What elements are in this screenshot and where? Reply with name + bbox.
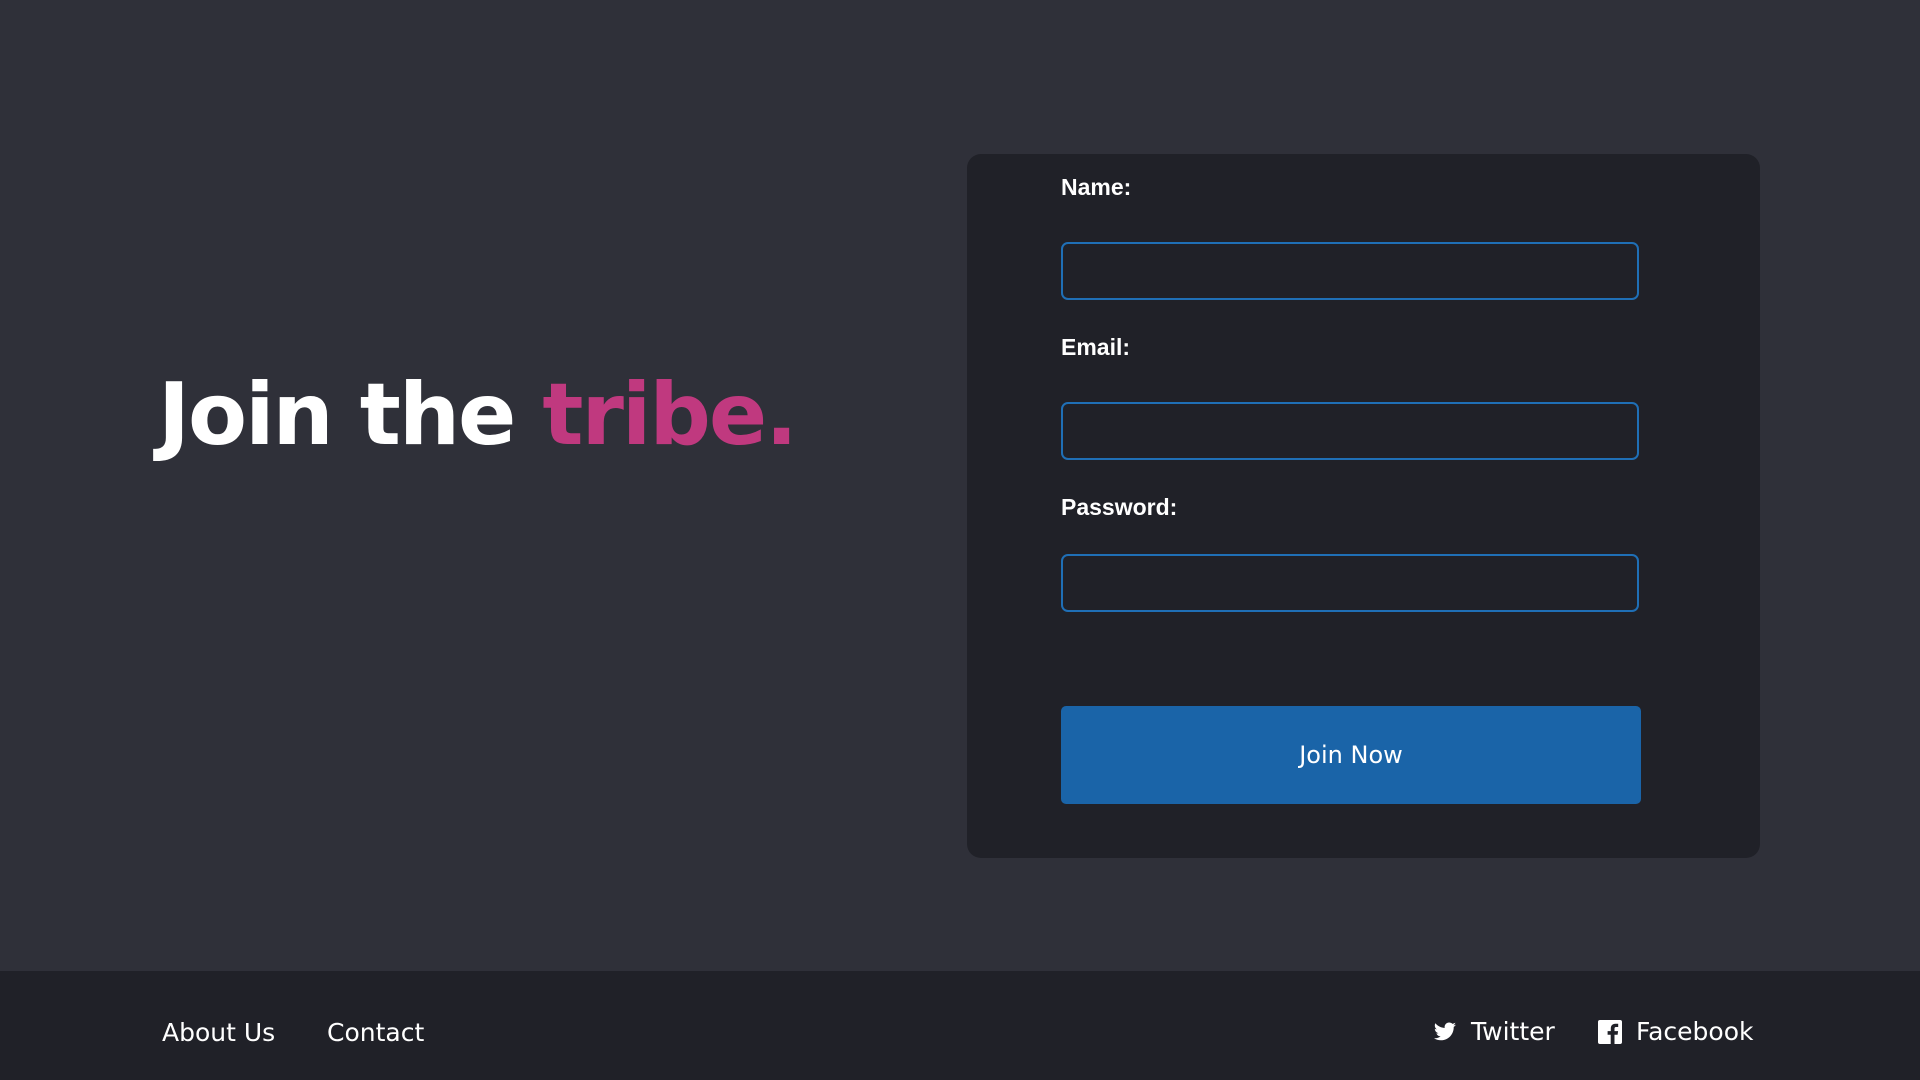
email-label: Email: <box>1061 334 1131 360</box>
name-input[interactable] <box>1061 242 1639 300</box>
twitter-icon <box>1433 1020 1457 1044</box>
footer-link-about-us[interactable]: About Us <box>162 1020 275 1045</box>
hero-heading: Join the tribe. <box>158 372 798 458</box>
email-input[interactable] <box>1061 402 1639 460</box>
footer: About Us Contact Twitter Facebook <box>0 971 1920 1080</box>
facebook-icon <box>1598 1019 1622 1044</box>
name-label: Name: <box>1061 174 1132 200</box>
footer-link-facebook[interactable]: Facebook <box>1598 1017 1753 1046</box>
twitter-label: Twitter <box>1471 1017 1555 1046</box>
footer-link-contact[interactable]: Contact <box>327 1020 424 1045</box>
page: Join the tribe. Name: Email: Password: J… <box>0 0 1920 1080</box>
password-input[interactable] <box>1061 554 1639 612</box>
password-label: Password: <box>1061 494 1178 520</box>
join-now-button[interactable]: Join Now <box>1061 706 1641 804</box>
footer-link-twitter[interactable]: Twitter <box>1433 1017 1555 1046</box>
hero-title-main: Join the <box>158 365 543 465</box>
facebook-label: Facebook <box>1636 1017 1754 1046</box>
hero-title-accent: tribe. <box>542 365 798 465</box>
signup-form: Name: Email: Password: Join Now <box>967 154 1760 858</box>
